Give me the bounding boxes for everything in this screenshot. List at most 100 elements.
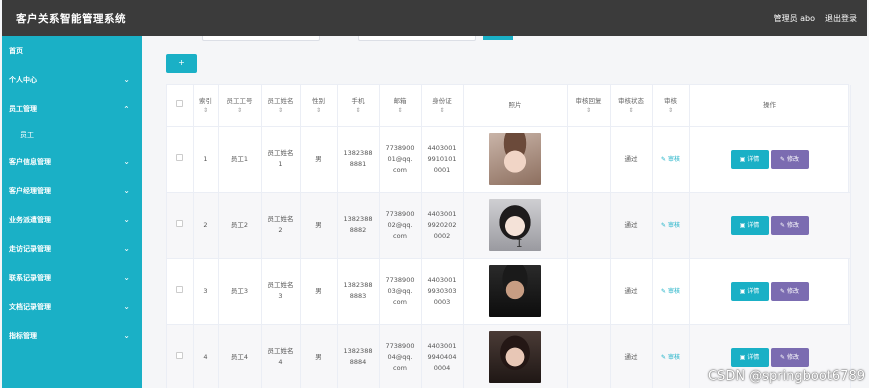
edit-pen-icon: ✎: [661, 353, 668, 361]
column-header[interactable]: 身份证 ⇕: [421, 85, 464, 127]
column-header[interactable]: 性别 ⇕: [300, 85, 338, 127]
sort-icon[interactable]: ⇕: [262, 107, 300, 115]
sidebar-item-8[interactable]: 联系记录管理 ⌄: [2, 263, 142, 292]
column-header-label: 员工姓名: [267, 96, 294, 105]
employee-photo: [489, 331, 541, 383]
chevron-down-icon: ⌄: [123, 157, 130, 166]
cell-emp-no: 员工2: [218, 192, 262, 259]
edit-button[interactable]: ✎ 修改: [770, 149, 809, 169]
sidebar: 首页 个人中心 ⌄ 员工管理 ⌄ 员工 客户信息管理 ⌄ 客户经理管理 ⌄ 业务派遣管理 ⌄ 走访记录管…: [2, 36, 142, 388]
detail-button[interactable]: ▣ 详情: [730, 149, 769, 169]
sort-icon[interactable]: ⇕: [653, 107, 689, 115]
sort-icon[interactable]: ⇕: [568, 107, 610, 115]
chevron-up-icon: ⌄: [123, 104, 130, 113]
sidebar-item-2[interactable]: 员工管理 ⌄: [2, 94, 142, 123]
column-header[interactable]: 审核状态 ⇕: [610, 85, 653, 127]
search-input-2[interactable]: [358, 36, 476, 41]
cell-audit-reply: [567, 126, 611, 193]
sidebar-item-label: 业务派遣管理: [9, 215, 51, 224]
add-button[interactable]: +: [166, 54, 197, 73]
sidebar-item-label: 指标管理: [9, 331, 37, 340]
row-select-cell: [167, 324, 194, 388]
text-cursor-icon: I: [516, 237, 523, 250]
cell-photo: [463, 324, 568, 388]
sort-icon[interactable]: ⇕: [611, 107, 652, 115]
row-checkbox[interactable]: [176, 153, 184, 161]
logout-link[interactable]: 退出登录: [825, 13, 857, 24]
row-checkbox[interactable]: [176, 285, 184, 293]
column-header: 照片: [463, 85, 568, 127]
audit-link[interactable]: ✎ 审核: [661, 156, 680, 163]
cell-id-card: 4403001 9930303 0003: [421, 258, 464, 325]
cell-gender: 男: [300, 192, 338, 259]
detail-label: 详情: [747, 287, 760, 295]
search-input-1[interactable]: [202, 36, 320, 41]
sidebar-item-label: 走访记录管理: [9, 244, 51, 253]
top-bar: 客户关系智能管理系统 管理员 abo 退出登录: [2, 0, 867, 36]
select-all-checkbox[interactable]: [176, 99, 184, 107]
table-row: 3 员工3 员工姓名 3 男 1382388 8883 7738900 03@qq. co…: [167, 258, 851, 325]
cell-email: 7738900 01@qq. com: [379, 126, 422, 193]
sort-icon[interactable]: ⇕: [422, 107, 463, 115]
column-header[interactable]: 员工姓名 ⇕: [261, 85, 301, 127]
edit-button[interactable]: ✎ 修改: [770, 347, 809, 367]
detail-button[interactable]: ▣ 详情: [730, 215, 769, 235]
column-header[interactable]: 员工工号 ⇕: [218, 85, 262, 127]
cell-actions: ▣ 详情 ✎ 修改: [689, 126, 851, 193]
detail-button[interactable]: ▣ 详情: [730, 347, 769, 367]
column-header-label: 审核状态: [618, 96, 644, 105]
cell-emp-no: 员工3: [218, 258, 262, 325]
edit-label: 修改: [786, 287, 799, 295]
watermark: CSDN @springboot6789: [707, 369, 865, 384]
sort-icon[interactable]: ⇕: [380, 107, 421, 115]
edit-button[interactable]: ✎ 修改: [770, 281, 809, 301]
sidebar-item-10[interactable]: 指标管理 ⌄: [2, 321, 142, 350]
column-header[interactable]: 手机 ⇕: [337, 85, 380, 127]
column-header[interactable]: 审核 ⇕: [652, 85, 690, 127]
cell-audit-reply: [567, 324, 611, 388]
sidebar-item-5[interactable]: 客户经理管理 ⌄: [2, 176, 142, 205]
edit-button[interactable]: ✎ 修改: [770, 215, 809, 235]
column-header[interactable]: 索引 ⇕: [193, 85, 219, 127]
sidebar-item-label: 客户经理管理: [9, 186, 51, 195]
sort-icon[interactable]: ⇕: [301, 107, 337, 115]
chevron-down-icon: ⌄: [123, 244, 130, 253]
cell-name: 员工姓名 3: [261, 258, 301, 325]
cell-photo: [463, 192, 568, 259]
sidebar-item-label: 个人中心: [9, 75, 37, 84]
cell-audit-reply: [567, 258, 611, 325]
sidebar-item-9[interactable]: 文档记录管理 ⌄: [2, 292, 142, 321]
sidebar-item-0[interactable]: 首页: [2, 36, 142, 65]
sort-icon[interactable]: ⇕: [219, 107, 261, 115]
sidebar-item-4[interactable]: 客户信息管理 ⌄: [2, 147, 142, 176]
row-checkbox[interactable]: [176, 219, 184, 227]
sidebar-item-6[interactable]: 业务派遣管理 ⌄: [2, 205, 142, 234]
sidebar-item-1[interactable]: 个人中心 ⌄: [2, 65, 142, 94]
column-header[interactable]: 邮箱 ⇕: [379, 85, 422, 127]
employee-table: 索引 ⇕ 员工工号 ⇕ 员工姓名 ⇕ 性别 ⇕ 手机 ⇕ 邮箱 ⇕ 身份证 ⇕ 照片 审核回复 ⇕ 审核状态 ⇕ 审…: [166, 84, 851, 388]
sidebar-item-3[interactable]: 员工: [2, 123, 142, 147]
column-header[interactable]: 审核回复 ⇕: [567, 85, 611, 127]
audit-link[interactable]: ✎ 审核: [661, 222, 680, 229]
detail-button[interactable]: ▣ 详情: [730, 281, 769, 301]
column-header-label: 邮箱: [393, 96, 407, 105]
cell-photo: [463, 258, 568, 325]
row-checkbox[interactable]: [176, 351, 184, 359]
user-label: 管理员 abo: [773, 13, 815, 23]
cell-phone: 1382388 8884: [337, 324, 380, 388]
sidebar-item-7[interactable]: 走访记录管理 ⌄: [2, 234, 142, 263]
sort-icon[interactable]: ⇕: [338, 107, 379, 115]
cell-photo: [463, 126, 568, 193]
search-button[interactable]: [483, 36, 513, 40]
edit-icon: ✎: [780, 221, 787, 229]
sidebar-item-label: 首页: [9, 46, 23, 55]
audit-link[interactable]: ✎ 审核: [661, 354, 680, 361]
row-select-cell: [167, 126, 194, 193]
cell-index: 3: [193, 258, 219, 325]
detail-label: 详情: [747, 221, 760, 229]
app-title: 客户关系智能管理系统: [16, 12, 126, 25]
audit-link[interactable]: ✎ 审核: [661, 288, 680, 295]
sort-icon[interactable]: ⇕: [194, 107, 218, 115]
cell-audit-status: 通过: [610, 126, 653, 193]
chevron-down-icon: ⌄: [123, 215, 130, 224]
